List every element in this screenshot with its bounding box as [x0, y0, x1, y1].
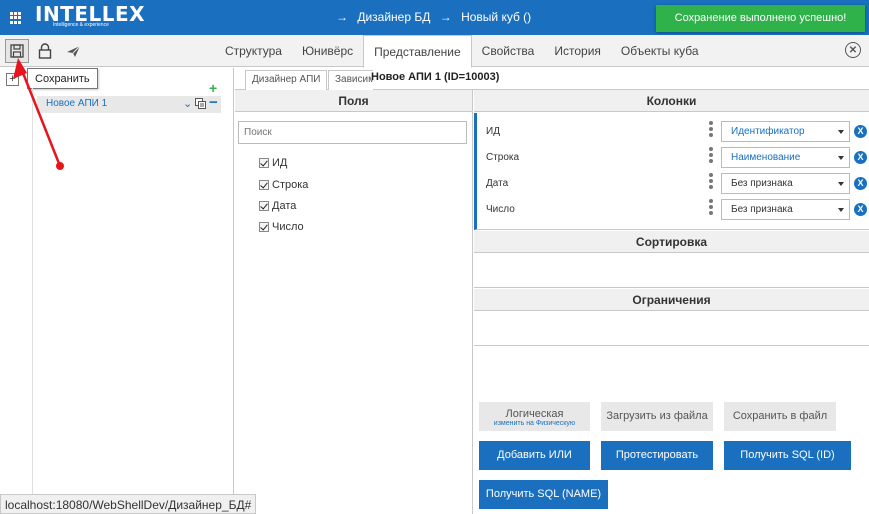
select-value: Без признака [731, 204, 793, 215]
column-attribute-select[interactable]: Идентификатор [721, 121, 850, 142]
select-value: Наименование [731, 152, 801, 163]
field-label: ИД [272, 157, 288, 169]
column-row: Строка Наименование X [477, 147, 869, 169]
api-subtabs: Дизайнер АПИ Зависимости Новое АПИ 1 (ID… [235, 68, 869, 90]
caret-down-icon [838, 156, 844, 160]
tree-add-button[interactable]: + [6, 73, 19, 86]
columns-header: Колонки [474, 90, 869, 112]
fields-header: Поля [235, 90, 472, 112]
fields-panel: Поля ИД Строка Дата Число [235, 90, 473, 514]
publish-button[interactable] [61, 39, 85, 63]
remove-column-button[interactable]: X [854, 177, 867, 190]
limits-area[interactable] [474, 312, 869, 346]
apps-grid-icon[interactable] [10, 12, 22, 24]
tab-properties[interactable]: Свойства [472, 35, 545, 67]
tab-cube-objects[interactable]: Объекты куба [611, 35, 709, 67]
tree-guide-line [32, 88, 33, 508]
breadcrumb-new-cube[interactable]: Новый куб () [461, 10, 531, 24]
column-row: ИД Идентификатор X [477, 121, 869, 143]
breadcrumb: → Дизайнер БД → Новый куб () [330, 10, 531, 24]
save-button[interactable] [5, 39, 29, 63]
toolbar: Структура Юнивёрс Представление Свойства… [0, 35, 869, 68]
checkbox[interactable] [259, 158, 269, 168]
floppy-disk-icon [10, 44, 24, 58]
breadcrumb-db-designer[interactable]: Дизайнер БД [357, 10, 430, 24]
checkbox[interactable] [259, 222, 269, 232]
tab-dependencies[interactable]: Зависимости [328, 70, 373, 90]
column-attribute-select[interactable]: Без признака [721, 173, 850, 194]
logo-text: INTELLEX [35, 2, 146, 26]
column-name: Строка [486, 152, 520, 163]
breadcrumb-arrow-icon: → [336, 10, 348, 24]
field-item[interactable]: Число [259, 220, 304, 234]
limits-header: Ограничения [474, 289, 869, 311]
caret-down-icon [838, 182, 844, 186]
save-tooltip: Сохранить [27, 68, 98, 89]
caret-down-icon [838, 130, 844, 134]
success-toast: Сохранение выполнено успешно! [656, 5, 865, 32]
select-value: Идентификатор [731, 126, 805, 137]
save-to-file-button[interactable]: Сохранить в файл [724, 402, 836, 431]
remove-column-button[interactable]: X [854, 151, 867, 164]
field-item[interactable]: Строка [259, 178, 308, 192]
caret-down-icon [838, 208, 844, 212]
tab-universe[interactable]: Юнивёрс [292, 35, 363, 67]
field-label: Число [272, 221, 304, 233]
column-row: Число Без признака X [477, 199, 869, 221]
switch-to-physical-link: изменить на Физическую [493, 420, 576, 427]
remove-api-button[interactable]: − [209, 94, 218, 111]
drag-handle-icon[interactable] [709, 121, 713, 139]
column-attribute-select[interactable]: Без признака [721, 199, 850, 220]
drag-handle-icon[interactable] [709, 147, 713, 165]
field-label: Строка [272, 179, 309, 191]
copy-icon[interactable] [195, 98, 207, 110]
checkbox[interactable] [259, 180, 269, 190]
add-or-button[interactable]: Добавить ИЛИ [479, 441, 590, 470]
chevron-down-icon[interactable]: ⌄ [183, 97, 192, 110]
logo: INTELLEX Intelligence & experience [35, 4, 145, 28]
status-url: localhost:18080/WebShellDev/Дизайнер_БД# [0, 494, 257, 514]
checkbox[interactable] [259, 201, 269, 211]
api-tree-panel: + Сохранить + Новое АПИ 1 ⌄ − [0, 68, 234, 514]
close-icon[interactable]: ✕ [845, 42, 861, 58]
test-button[interactable]: Протестировать [601, 441, 713, 470]
field-item[interactable]: Дата [259, 199, 296, 213]
logical-mode-label: Логическая [505, 408, 564, 420]
drag-handle-icon[interactable] [709, 173, 713, 191]
main-tabs: Структура Юнивёрс Представление Свойства… [215, 35, 709, 68]
columns-list: ИД Идентификатор X Строка Наименование X… [474, 113, 869, 230]
column-name: ИД [486, 126, 500, 137]
tree-item-api[interactable]: Новое АПИ 1 ⌄ − [37, 94, 221, 113]
load-from-file-button[interactable]: Загрузить из файла [601, 402, 713, 431]
column-name: Дата [486, 178, 509, 189]
tab-structure[interactable]: Структура [215, 35, 292, 67]
field-item[interactable]: ИД [259, 156, 287, 170]
column-row: Дата Без признака X [477, 173, 869, 195]
get-sql-name-button[interactable]: Получить SQL (NAME) [479, 480, 608, 509]
drag-handle-icon[interactable] [709, 199, 713, 217]
tree-item-label: Новое АПИ 1 [46, 98, 108, 109]
sorting-header: Сортировка [474, 231, 869, 253]
field-label: Дата [272, 200, 297, 212]
logical-mode-button[interactable]: Логическая изменить на Физическую [479, 402, 590, 431]
lock-icon [38, 43, 52, 59]
column-attribute-select[interactable]: Наименование [721, 147, 850, 168]
tab-view[interactable]: Представление [363, 35, 472, 68]
column-name: Число [486, 204, 515, 215]
search-input[interactable] [238, 121, 467, 144]
tab-history[interactable]: История [544, 35, 611, 67]
sorting-area[interactable] [474, 254, 869, 288]
columns-panel: Колонки ИД Идентификатор X Строка Наимен… [474, 90, 869, 514]
top-bar: INTELLEX Intelligence & experience → Диз… [0, 0, 869, 35]
select-value: Без признака [731, 178, 793, 189]
remove-column-button[interactable]: X [854, 203, 867, 216]
lock-button[interactable] [33, 39, 57, 63]
tab-api-designer[interactable]: Дизайнер АПИ [245, 70, 328, 90]
paper-plane-icon [66, 45, 80, 57]
api-title: Новое АПИ 1 (ID=10003) [371, 71, 500, 83]
remove-column-button[interactable]: X [854, 125, 867, 138]
get-sql-id-button[interactable]: Получить SQL (ID) [724, 441, 851, 470]
breadcrumb-arrow-icon: → [439, 10, 452, 24]
